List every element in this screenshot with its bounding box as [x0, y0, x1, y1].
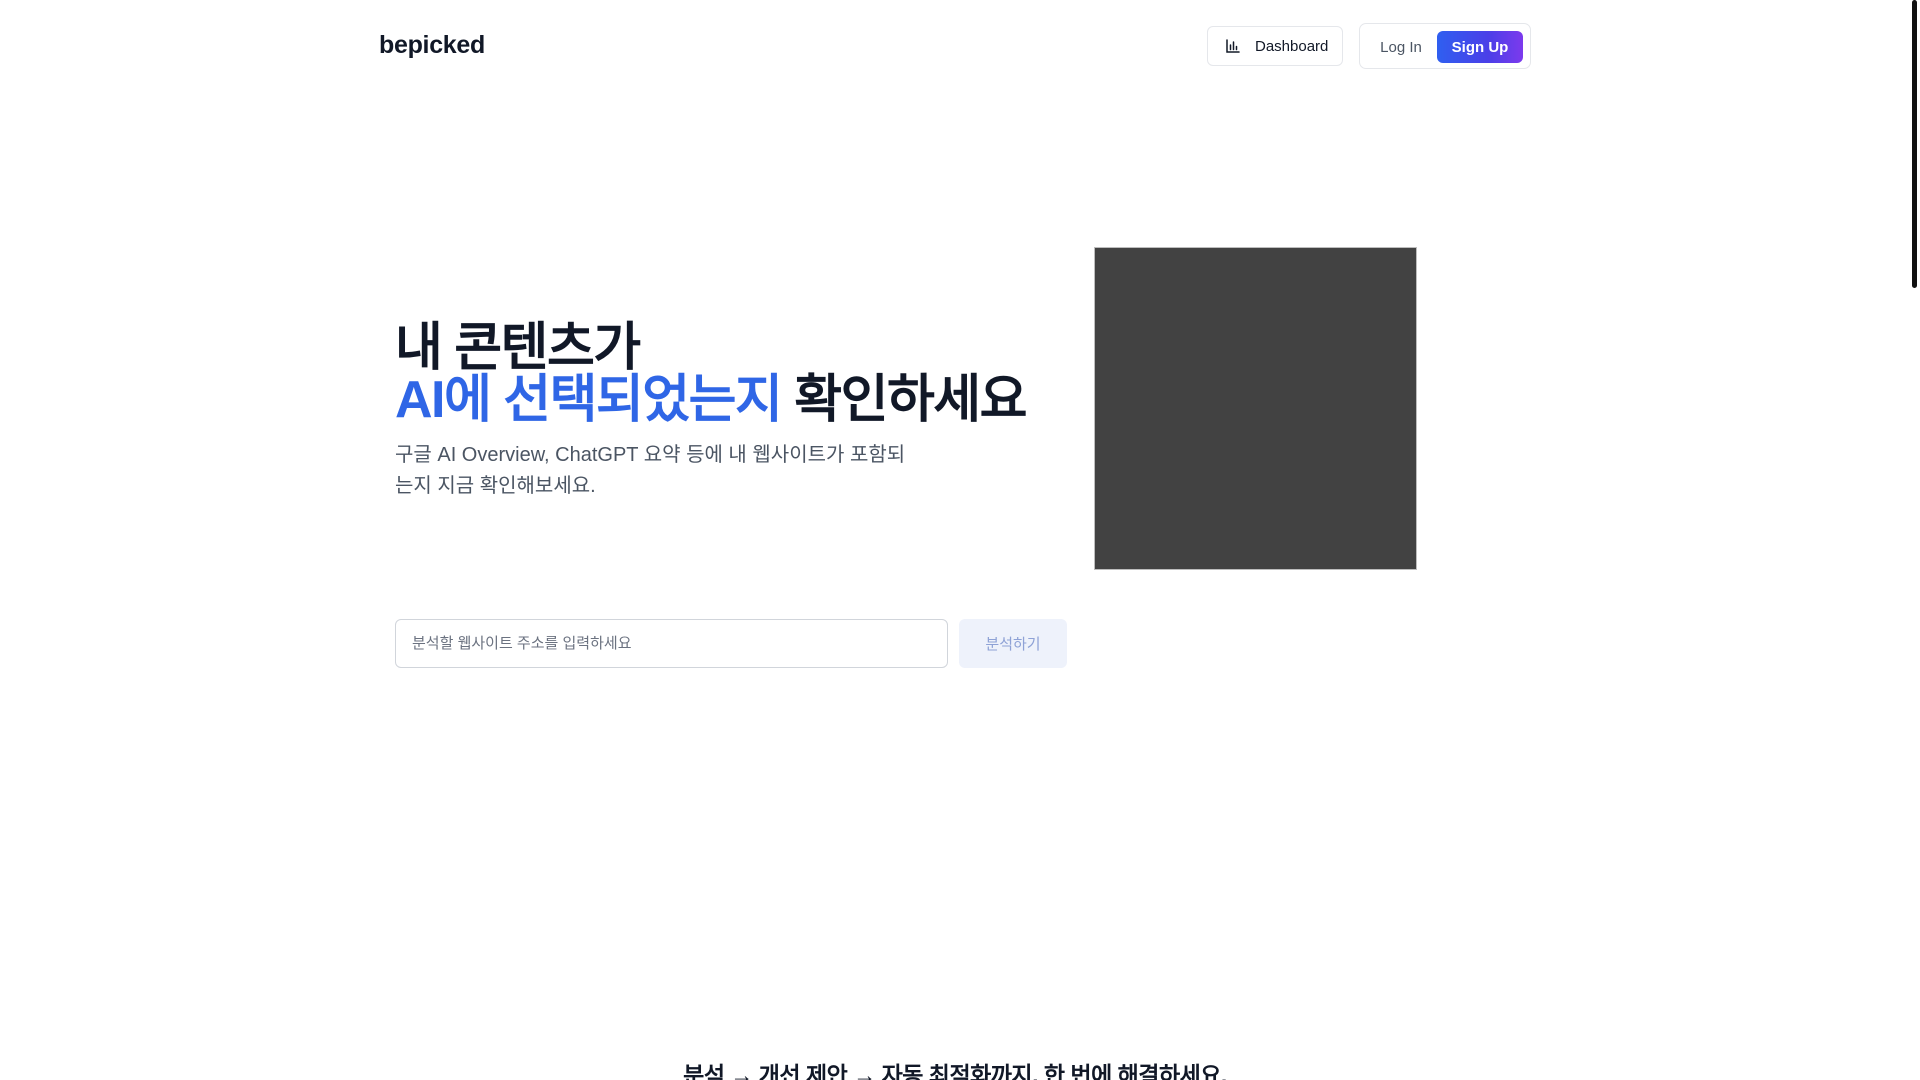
hero-subtitle: 구글 AI Overview, ChatGPT 요약 등에 내 웹사이트가 포함…	[395, 440, 915, 502]
hero-title-line2: AI에 선택되었는지 확인하세요	[395, 371, 1027, 429]
hero-title-accent: AI에 선택되었는지	[395, 371, 783, 429]
scrollbar-thumb[interactable]	[1912, 0, 1917, 288]
section-tagline: 분석 → 개선 제안 → 자동 최적화까지, 한 번에 해결하세요.	[683, 1062, 1227, 1080]
hero-title-line1: 내 콘텐츠가	[395, 319, 641, 377]
page-scrollbar[interactable]	[1910, 0, 1920, 1080]
dashboard-button[interactable]: Dashboard	[1207, 26, 1343, 66]
login-button[interactable]: Log In	[1370, 31, 1432, 63]
analyze-button[interactable]: 분석하기	[959, 619, 1067, 668]
dashboard-button-label: Dashboard	[1255, 37, 1329, 55]
signup-button[interactable]: Sign Up	[1437, 31, 1523, 63]
landing-page: bepicked Dashboard Log In Sign Up 내 콘텐츠가…	[0, 0, 1920, 1080]
auth-button-group: Log In Sign Up	[1359, 23, 1531, 69]
hero-image-placeholder	[1094, 247, 1417, 570]
hero-title-rest: 확인하세요	[794, 371, 1027, 429]
hero-title: 내 콘텐츠가 AI에 선택되었는지 확인하세요	[395, 319, 1027, 429]
bar-chart-icon	[1225, 38, 1241, 54]
hero-subtitle-line1: 구글 AI Overview, ChatGPT 요약 등에 내 웹사이트가 포함…	[395, 444, 906, 466]
hero-subtitle-line2: 는지 지금 확인해보세요.	[395, 475, 596, 497]
brand-logo[interactable]: bepicked	[379, 31, 485, 60]
top-navigation: bepicked Dashboard Log In Sign Up	[0, 0, 1910, 94]
website-url-input[interactable]	[395, 619, 948, 668]
